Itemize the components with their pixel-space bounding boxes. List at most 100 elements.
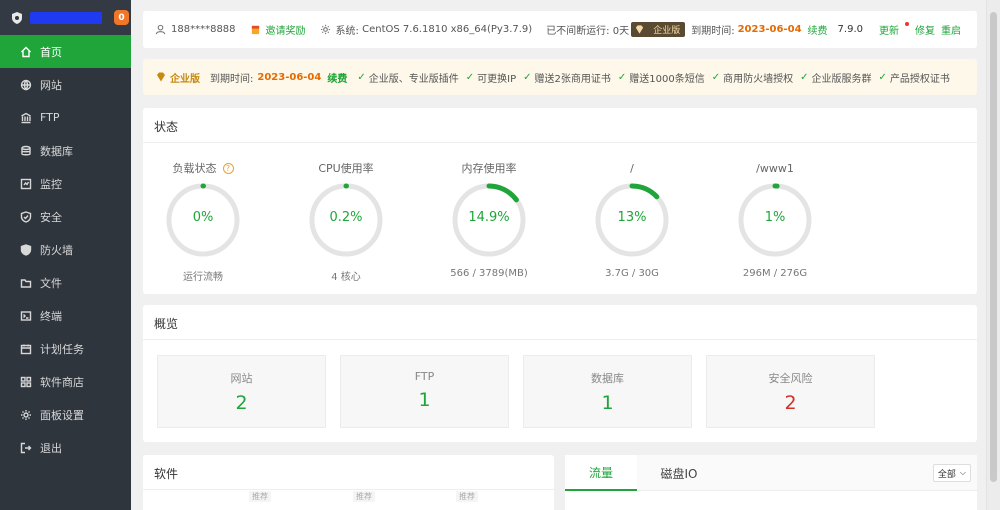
status-panel: 状态 负载状态? 0% 运行流畅 CPU使用率 0.2% 4 核心 内存使用率 14.9% 56… — [143, 108, 977, 294]
recommend-tag: 推荐 — [249, 491, 271, 502]
gift-icon — [251, 25, 259, 35]
page-scrollbar[interactable] — [986, 0, 1000, 510]
gauge-title-text: CPU使用率 — [318, 162, 374, 175]
gauge-title: / — [572, 160, 692, 176]
gauge-title-text: / — [630, 161, 634, 175]
redacted-username — [30, 11, 102, 24]
gauge-title-text: 负载状态 — [172, 162, 217, 175]
notification-badge[interactable]: 0 — [114, 10, 129, 25]
sidebar-item-label: 终端 — [40, 309, 62, 323]
sidebar: 0 首页 网站 FTP 数据库 监控 安全 防火墙 文件 终端 计划任务 软件商… — [0, 0, 131, 510]
overview-value: 1 — [418, 389, 431, 411]
check-icon: ✓ — [357, 71, 366, 83]
gauge-value: 1% — [764, 210, 786, 225]
check-icon: ✓ — [465, 71, 475, 83]
main-content: 188****8888 邀请奖励 系统: CentOS 7.6.1810 x86… — [131, 0, 986, 510]
help-icon[interactable]: ? — [222, 162, 234, 174]
tab-disk-io[interactable]: 磁盘IO — [637, 455, 721, 491]
overview-value: 1 — [601, 392, 614, 414]
feature-label: 商用防火墙授权 — [723, 73, 794, 85]
chevron-down-icon: ⌵ — [959, 468, 966, 477]
user-account[interactable]: 188****8888 — [155, 24, 236, 35]
interface-select[interactable]: 全部 ⌵ — [932, 464, 971, 482]
feature-label: 赠送2张商用证书 — [534, 73, 611, 85]
feature-item: ✓ 企业版服务群 — [800, 70, 871, 85]
update-link[interactable]: 更新 — [873, 22, 909, 37]
sidebar-item-settings[interactable]: 面板设置 — [0, 398, 131, 431]
sidebar-item-ftp[interactable]: FTP — [0, 101, 131, 134]
sidebar-item-website[interactable]: 网站 — [0, 68, 131, 101]
feature-label: 企业版服务群 — [811, 73, 872, 85]
select-value: 全部 — [937, 469, 956, 480]
feature-item: ✓ 赠送1000条短信 — [618, 70, 705, 85]
sidebar-item-label: 监控 — [40, 177, 62, 191]
update-dot — [905, 22, 909, 26]
gauge-item: 负载状态? 0% 运行流畅 — [143, 160, 263, 283]
sidebar-item-monitor[interactable]: 监控 — [0, 167, 131, 200]
sidebar-item-terminal[interactable]: 终端 — [0, 299, 131, 332]
tab-traffic[interactable]: 流量 — [565, 455, 637, 491]
system-version: CentOS 7.6.1810 x86_64(Py3.7.9) — [362, 24, 533, 35]
system-label: 系统: — [335, 26, 359, 37]
gauge-title: 内存使用率 — [429, 160, 549, 176]
renew-link[interactable]: 续费 — [808, 22, 828, 37]
sidebar-item-cron[interactable]: 计划任务 — [0, 332, 131, 365]
uptime-text: 已不间断运行: 0天 — [546, 26, 630, 37]
gauge-item: CPU使用率 0.2% 4 核心 — [286, 160, 406, 283]
gauge-title-text: 内存使用率 — [461, 162, 517, 175]
uptime: 已不间断运行: 0天 — [546, 22, 629, 37]
sidebar-item-label: 面板设置 — [40, 408, 84, 422]
feature-item: ✓ 赠送2张商用证书 — [523, 70, 611, 85]
repair-link[interactable]: 修复 — [915, 22, 935, 37]
enterprise-renew-link[interactable]: 续费 — [327, 70, 347, 85]
feature-item: ✓ 企业版、专业版插件 — [357, 70, 458, 85]
sidebar-item-logout[interactable]: 退出 — [0, 431, 131, 464]
firewall-icon — [20, 243, 32, 256]
sidebar-item-home[interactable]: 首页 — [0, 35, 131, 68]
overview-label: 安全风险 — [768, 372, 813, 385]
gauge-value: 0.2% — [329, 210, 363, 225]
sidebar-item-label: 安全 — [40, 210, 62, 224]
gauge-title: 负载状态? — [143, 160, 263, 176]
overview-box-ftp[interactable]: FTP 1 — [340, 355, 509, 428]
overview-box-website[interactable]: 网站 2 — [157, 355, 326, 428]
sidebar-item-label: 网站 — [40, 78, 62, 92]
enterprise-badge: 企业版 — [155, 70, 200, 85]
divider — [143, 339, 977, 340]
feature-label: 产品授权证书 — [889, 73, 950, 85]
invite-link: 邀请奖励 — [265, 26, 306, 37]
home-icon — [21, 46, 31, 57]
panel-version: 7.9.0 — [837, 24, 863, 35]
sidebar-item-store[interactable]: 软件商店 — [0, 365, 131, 398]
sidebar-item-firewall[interactable]: 防火墙 — [0, 233, 131, 266]
gauge-value: 0% — [192, 210, 214, 225]
software-title: 软件 — [154, 467, 179, 481]
scrollbar-thumb[interactable] — [990, 12, 997, 482]
sidebar-item-label: 首页 — [40, 45, 62, 59]
sidebar-item-label: 计划任务 — [40, 342, 84, 356]
edition-badge: 企业版 — [631, 22, 686, 37]
divider — [143, 489, 554, 490]
feature-item: ✓ 产品授权证书 — [879, 70, 950, 85]
overview-label: FTP — [414, 370, 435, 383]
sidebar-item-label: 退出 — [40, 441, 62, 455]
enterprise-expire-date: 2023-06-04 — [257, 71, 322, 83]
gauge-subtitle: 4 核心 — [331, 272, 361, 283]
shield-icon — [20, 210, 32, 223]
divider — [143, 142, 977, 143]
restart-link[interactable]: 重启 — [941, 22, 961, 37]
invite-reward[interactable]: 邀请奖励 — [250, 22, 306, 37]
sidebar-item-label: 数据库 — [40, 144, 73, 158]
logout-icon — [20, 442, 32, 453]
overview-label: 网站 — [230, 372, 253, 385]
sidebar-item-database[interactable]: 数据库 — [0, 134, 131, 167]
gauge-value: 14.9% — [468, 210, 510, 225]
sidebar-item-files[interactable]: 文件 — [0, 266, 131, 299]
calendar-icon — [20, 344, 32, 354]
overview-box-database[interactable]: 数据库 1 — [523, 355, 692, 428]
overview-box-security-risk[interactable]: 安全风险 2 — [706, 355, 875, 428]
update-label: 更新 — [879, 26, 899, 37]
sidebar-item-security[interactable]: 安全 — [0, 200, 131, 233]
feature-label: 企业版、专业版插件 — [368, 73, 459, 85]
overview-panel: 概览 网站 2 FTP 1 数据库 1 安全风险 2 — [143, 305, 977, 442]
